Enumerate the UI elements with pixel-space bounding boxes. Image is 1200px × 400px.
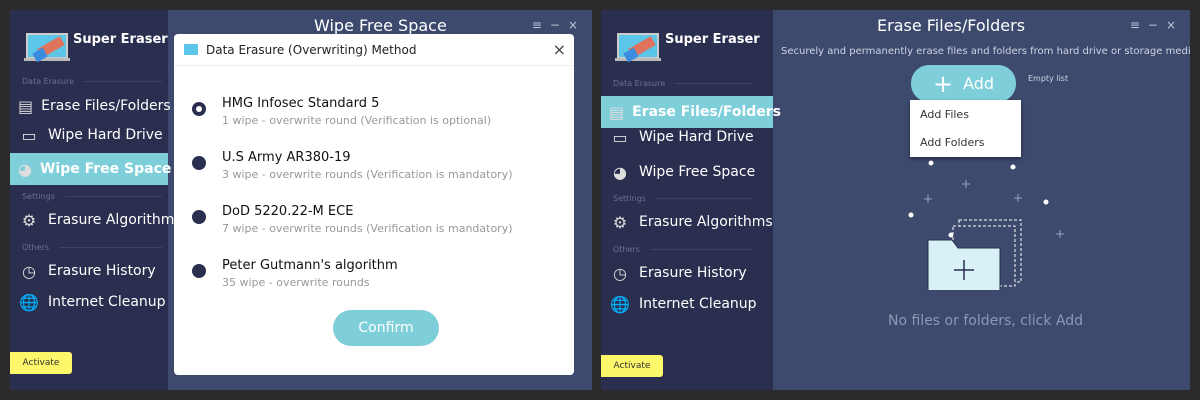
menu-button[interactable]: ≡ (532, 18, 550, 32)
radio[interactable] (192, 264, 206, 278)
menu-add-files[interactable]: Add Files (910, 100, 1021, 128)
option-gutmann[interactable]: Peter Gutmann's algorithm 35 wipe - overw… (192, 258, 398, 289)
window-controls: ≡−× (1130, 18, 1184, 32)
hard-drive-icon: ▭ (612, 127, 628, 147)
erasure-method-dialog: Data Erasure (Overwriting) Method × HMG … (174, 34, 574, 375)
nav-wipe-free-space[interactable]: ◕ Wipe Free Space (10, 153, 172, 185)
nav-label: Erase Files/Folders (632, 104, 782, 120)
option-desc: 35 wipe - overwrite rounds (222, 276, 370, 289)
clock-icon: ◷ (22, 261, 36, 281)
activate-button[interactable]: Activate (601, 355, 663, 377)
menu-button[interactable]: ≡ (1130, 18, 1148, 32)
nav-erasure-history[interactable]: ◷ Erasure History (10, 255, 156, 287)
window-controls: ≡−× (532, 18, 586, 32)
nav-label: Erasure History (48, 263, 156, 279)
nav-wipe-free-space[interactable]: ◕ Wipe Free Space (601, 156, 755, 188)
section-data-erasure: Data Erasure (613, 79, 753, 88)
option-hmg[interactable]: HMG Infosec Standard 5 1 wipe - overwrite… (192, 96, 491, 127)
nav-wipe-hard-drive[interactable]: ▭ Wipe Hard Drive (601, 121, 754, 153)
clock-icon: ◷ (613, 263, 627, 283)
nav-label: Internet Cleanup (48, 294, 166, 310)
add-button[interactable]: + Add (911, 65, 1016, 102)
nav-label: Erasure Algorithms (48, 212, 182, 228)
option-name: HMG Infosec Standard 5 (222, 96, 380, 111)
sidebar: Super Eraser Data Erasure ▤ Erase Files/F… (601, 10, 781, 390)
eraser-logo-icon (24, 33, 70, 63)
option-desc: 3 wipe - overwrite rounds (Verification … (222, 168, 513, 181)
nav-label: Wipe Hard Drive (48, 127, 163, 143)
section-settings: Settings (613, 194, 753, 203)
nav-label: Wipe Free Space (639, 164, 756, 180)
option-desc: 1 wipe - overwrite round (Verification i… (222, 114, 492, 127)
nav-label: Erase Files/Folders (41, 98, 171, 114)
dialog-close-button[interactable]: × (553, 40, 566, 59)
close-button[interactable]: × (1166, 18, 1184, 32)
window-title: Erase Files/Folders (877, 16, 1026, 35)
add-label: Add (963, 74, 995, 93)
add-dropdown-menu: Add Files Add Folders (910, 100, 1021, 157)
gear-icon: ⚙ (612, 212, 628, 232)
empty-folder-illustration (908, 160, 1064, 290)
subtitle: Securely and permanently erase files and… (781, 46, 1190, 57)
files-icon: ▤ (609, 102, 625, 122)
nav-label: Erasure Algorithms (639, 214, 773, 230)
globe-icon: 🌐 (19, 292, 39, 312)
radio-selected[interactable] (192, 102, 206, 116)
option-army[interactable]: U.S Army AR380-19 3 wipe - overwrite roun… (192, 150, 513, 181)
sidebar: Super Eraser Data Erasure ▤ Erase Files/F… (10, 10, 182, 390)
nav-label: Internet Cleanup (639, 296, 757, 312)
nav-wipe-hard-drive[interactable]: ▭ Wipe Hard Drive (10, 119, 168, 151)
option-desc: 7 wipe - overwrite rounds (Verification … (222, 222, 513, 235)
option-name: DoD 5220.22-M ECE (222, 204, 354, 219)
radio[interactable] (192, 156, 206, 170)
empty-hint: No files or folders, click Add (888, 313, 1083, 329)
files-icon: ▤ (18, 96, 34, 116)
confirm-button[interactable]: Confirm (333, 310, 439, 346)
empty-list-label: Empty list (1028, 74, 1069, 83)
minimize-button[interactable]: − (1148, 18, 1166, 32)
nav-internet-cleanup[interactable]: 🌐 Internet Cleanup (601, 288, 757, 320)
dialog-title: Data Erasure (Overwriting) Method (206, 42, 417, 57)
section-others: Others (613, 245, 753, 254)
right-window: Super Eraser Data Erasure ▤ Erase Files/F… (601, 10, 1190, 390)
eraser-logo-icon (615, 33, 661, 63)
nav-label: Wipe Hard Drive (639, 129, 754, 145)
menu-add-folders[interactable]: Add Folders (910, 128, 1021, 156)
globe-icon: 🌐 (610, 294, 630, 314)
close-button[interactable]: × (568, 18, 586, 32)
dialog-header: Data Erasure (Overwriting) Method (174, 34, 574, 66)
disk-icon: ◕ (18, 159, 32, 179)
radio[interactable] (192, 210, 206, 224)
brand-name: Super Eraser (665, 32, 760, 47)
nav-erasure-algorithms[interactable]: ⚙ Erasure Algorithms (10, 204, 182, 236)
nav-label: Erasure History (639, 265, 747, 281)
nav-internet-cleanup[interactable]: 🌐 Internet Cleanup (10, 286, 166, 318)
eraser-small-icon (184, 44, 198, 55)
section-others: Others (22, 243, 162, 252)
section-data-erasure: Data Erasure (22, 77, 162, 86)
nav-erasure-algorithms[interactable]: ⚙ Erasure Algorithms (601, 206, 773, 238)
gear-icon: ⚙ (21, 210, 37, 230)
section-settings: Settings (22, 192, 162, 201)
minimize-button[interactable]: − (550, 18, 568, 32)
window-title: Wipe Free Space (314, 16, 447, 35)
hard-drive-icon: ▭ (21, 125, 37, 145)
option-dod[interactable]: DoD 5220.22-M ECE 7 wipe - overwrite roun… (192, 204, 513, 235)
option-name: U.S Army AR380-19 (222, 150, 351, 165)
nav-erasure-history[interactable]: ◷ Erasure History (601, 257, 747, 289)
disk-icon: ◕ (613, 162, 627, 182)
plus-icon: + (932, 69, 954, 98)
nav-label: Wipe Free Space (39, 161, 172, 177)
nav-erase-files[interactable]: ▤ Erase Files/Folders (10, 90, 171, 122)
option-name: Peter Gutmann's algorithm (222, 258, 398, 273)
activate-button[interactable]: Activate (10, 352, 72, 374)
brand-name: Super Eraser (73, 32, 168, 47)
